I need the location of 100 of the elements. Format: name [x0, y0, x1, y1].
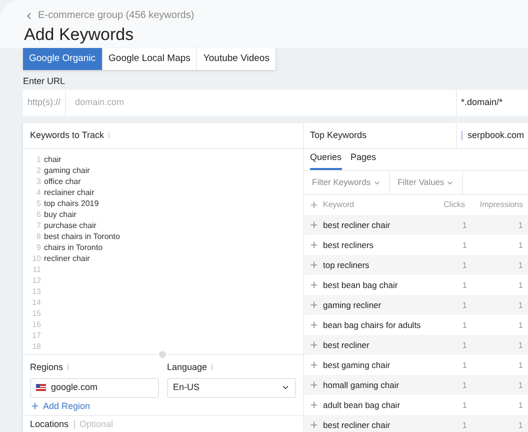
field-label: Language: [167, 361, 208, 374]
keyword-line: top chairs 2019: [44, 198, 99, 210]
region-field[interactable]: google.com: [30, 378, 159, 398]
line-number: 17: [31, 330, 41, 342]
add-icon[interactable]: [309, 320, 319, 330]
clicks-cell-text: 1: [461, 278, 467, 292]
keyword-cell-text: best recliner chair: [323, 218, 392, 232]
clicks-cell-text: 1: [461, 298, 467, 312]
tab[interactable]: Google Organic: [23, 48, 103, 70]
site-name: serpbook.com: [467, 128, 524, 142]
line-number: 4: [36, 186, 41, 198]
add-icon[interactable]: [309, 340, 319, 350]
impressions-cell-text: 1: [517, 238, 523, 252]
impressions-cell-text: 1: [517, 298, 523, 312]
clicks-cell-text: 1: [461, 338, 467, 352]
keyword-cell-text: best recliner chair: [323, 418, 392, 432]
add-icon[interactable]: [309, 280, 319, 290]
field-label: Locations: [30, 418, 69, 430]
keyword-cell-text: best bean bag chair: [323, 278, 399, 292]
keyword-cell-text: best recliner: [323, 338, 370, 352]
page-title: Add Keywords: [24, 25, 134, 45]
keyword-line: purchase chair: [44, 220, 96, 232]
impressions-cell-text: 1: [517, 258, 523, 272]
keyword-line: chair: [44, 154, 62, 166]
tab[interactable]: Pages: [350, 150, 376, 170]
clicks-cell-text: 1: [461, 238, 467, 252]
line-number: 6: [36, 208, 41, 220]
tab[interactable]: Queries: [310, 150, 342, 170]
line-number: 14: [31, 296, 41, 308]
plus-icon: [30, 401, 40, 411]
add-icon[interactable]: [309, 380, 319, 390]
impressions-cell-text: 1: [517, 278, 523, 292]
clicks-cell-text: 1: [461, 398, 467, 412]
filter-dropdown[interactable]: Filter Keywords: [304, 171, 390, 194]
add-icon[interactable]: [309, 360, 319, 370]
line-number: 12: [31, 274, 41, 286]
keyword-cell-text: homall gaming chair: [323, 378, 400, 392]
line-number: 13: [31, 286, 41, 298]
clicks-cell-text: 1: [461, 218, 467, 232]
line-number: 15: [31, 308, 41, 320]
add-icon[interactable]: [309, 400, 319, 410]
clicks-cell-text: 1: [461, 378, 467, 392]
column-header: Keyword: [323, 199, 356, 211]
add-icon[interactable]: [309, 420, 319, 430]
impressions-cell-text: 1: [517, 398, 523, 412]
add-icon[interactable]: [309, 300, 319, 310]
keyword-line: gaming chair: [44, 164, 90, 176]
add-icon[interactable]: [309, 220, 319, 230]
impressions-cell-text: 1: [517, 418, 523, 432]
keyword-cell-text: best gaming chair: [323, 358, 392, 372]
domain-scope-field[interactable]: *.domain/*: [456, 90, 528, 116]
url-field[interactable]: domain.com: [66, 90, 456, 116]
resize-handle-icon[interactable]: [158, 350, 167, 359]
keyword-cell-text: adult bean bag chair: [323, 398, 402, 412]
keyword-line: reclainer chair: [44, 186, 94, 198]
keyword-line: best chairs in Toronto: [44, 230, 120, 242]
clicks-cell-text: 1: [461, 418, 467, 432]
keyword-line: office char: [44, 176, 81, 188]
line-number: 10: [31, 252, 41, 264]
url-prefix: http(s)://: [23, 90, 66, 116]
line-number: 11: [32, 264, 41, 276]
clicks-cell-text: 1: [461, 358, 467, 372]
line-number: 3: [36, 176, 41, 188]
tab[interactable]: Youtube Videos: [197, 48, 276, 70]
line-number: 1: [36, 154, 41, 166]
line-number: 2: [36, 164, 41, 176]
keyword-line: recliner chair: [44, 252, 90, 264]
optional-hint: Optional: [80, 418, 114, 430]
clicks-cell-text: 1: [461, 318, 467, 332]
impressions-cell-text: 1: [517, 218, 523, 232]
column-header: Clicks: [442, 199, 465, 211]
impressions-cell-text: 1: [517, 338, 523, 352]
keyword-line: chairs in Toronto: [44, 242, 103, 254]
add-icon[interactable]: [309, 240, 319, 250]
language-select[interactable]: En-US: [167, 378, 296, 398]
filter-dropdown[interactable]: Filter Values: [390, 171, 464, 194]
keyword-line: buy chair: [44, 208, 76, 220]
impressions-cell-text: 1: [517, 378, 523, 392]
tab[interactable]: Google Local Maps: [102, 48, 198, 70]
add-icon[interactable]: [309, 200, 319, 210]
keyword-cell-text: gaming recliner: [323, 298, 382, 312]
field-label: Regions: [30, 361, 64, 374]
line-number: 5: [36, 198, 41, 210]
keyword-cell-text: best recliners: [323, 238, 375, 252]
line-number: 16: [31, 318, 41, 330]
add-region-link[interactable]: Add Region: [30, 400, 90, 412]
line-number: 9: [36, 242, 41, 254]
column-header: Impressions: [478, 199, 523, 211]
breadcrumb-link[interactable]: E-commerce group (456 keywords): [38, 11, 194, 21]
keyword-cell-text: top recliners: [323, 258, 370, 272]
line-number: 8: [36, 230, 41, 242]
impressions-cell-text: 1: [517, 358, 523, 372]
line-number: 7: [36, 220, 41, 232]
flag-icon: [36, 384, 46, 391]
panel-title: Keywords to Track: [30, 128, 104, 142]
line-number: 18: [31, 340, 41, 352]
clicks-cell-text: 1: [461, 258, 467, 272]
panel-title: Top Keywords: [309, 128, 368, 142]
impressions-cell-text: 1: [517, 318, 523, 332]
add-icon[interactable]: [309, 260, 319, 270]
